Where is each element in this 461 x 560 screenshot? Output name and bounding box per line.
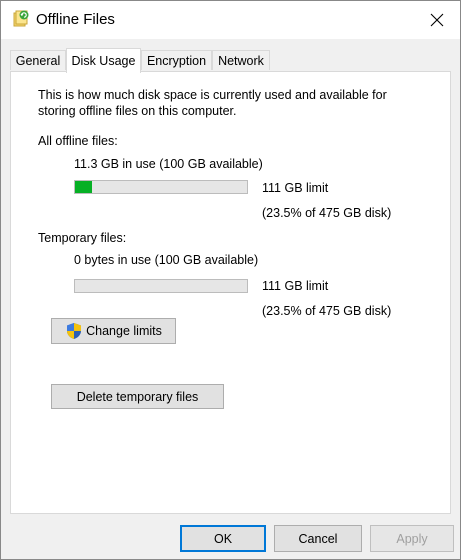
tab-encryption[interactable]: Encryption	[141, 50, 212, 70]
all-files-usage: 11.3 GB in use (100 GB available)	[74, 157, 263, 171]
window-title: Offline Files	[36, 11, 115, 28]
all-files-limit: 111 GB limit	[262, 181, 329, 195]
all-files-limit-detail: (23.5% of 475 GB disk)	[262, 206, 392, 220]
all-files-heading: All offline files:	[38, 134, 118, 148]
change-limits-button[interactable]: Change limits	[51, 318, 176, 344]
delete-temporary-files-button[interactable]: Delete temporary files	[51, 384, 224, 409]
tab-network[interactable]: Network	[212, 50, 270, 70]
apply-button[interactable]: Apply	[370, 525, 454, 552]
temp-files-heading: Temporary files:	[38, 231, 127, 245]
tab-disk-usage[interactable]: Disk Usage	[66, 48, 141, 73]
all-files-progress-bar	[74, 180, 248, 194]
tab-general[interactable]: General	[10, 50, 66, 70]
temp-files-limit: 111 GB limit	[262, 279, 329, 293]
ok-button[interactable]: OK	[180, 525, 266, 552]
temp-files-progress-bar	[74, 279, 248, 293]
offline-files-icon	[13, 10, 29, 27]
close-icon	[430, 13, 444, 27]
title-bar: Offline Files	[1, 1, 460, 39]
description-line-1: This is how much disk space is currently…	[38, 88, 387, 102]
close-button[interactable]	[414, 1, 460, 39]
temp-files-usage: 0 bytes in use (100 GB available)	[74, 253, 259, 267]
cancel-button[interactable]: Cancel	[274, 525, 362, 552]
description-line-2: storing offline files on this computer.	[38, 104, 237, 118]
disk-usage-panel: This is how much disk space is currently…	[10, 71, 451, 514]
uac-shield-icon	[67, 323, 82, 339]
all-files-progress-fill	[75, 181, 92, 193]
offline-files-dialog: Offline Files General Disk Usage Encrypt…	[0, 0, 461, 560]
temp-files-limit-detail: (23.5% of 475 GB disk)	[262, 304, 392, 318]
change-limits-label: Change limits	[86, 324, 162, 338]
